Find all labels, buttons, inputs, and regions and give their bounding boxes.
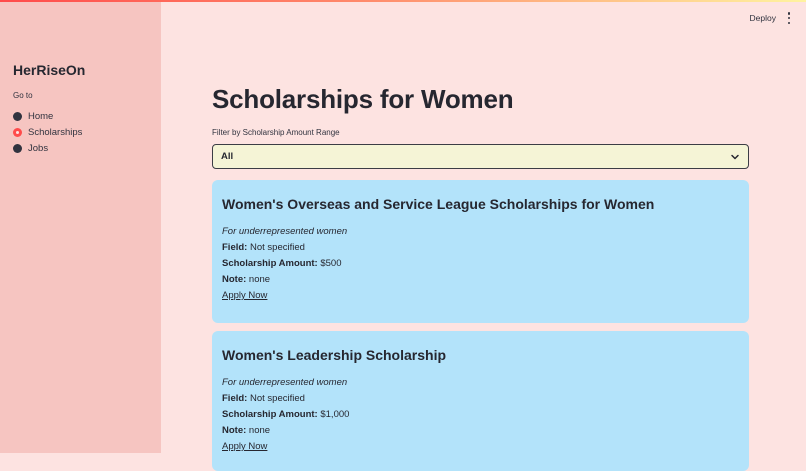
radio-unselected-icon [13, 111, 22, 121]
apply-now-link[interactable]: Apply Now [222, 441, 267, 452]
scholarship-subtitle: For underrepresented women [222, 377, 348, 388]
scholarship-field: Field: Not specified [222, 393, 305, 404]
scholarship-field: Field: Not specified [222, 242, 305, 253]
scholarship-title: Women's Overseas and Service League Scho… [222, 196, 655, 212]
scholarship-note: Note: none [222, 274, 271, 285]
app-title: HerRiseOn [13, 62, 86, 78]
page-title: Scholarships for Women [212, 84, 514, 114]
scholarship-amount: Scholarship Amount: $1,000 [222, 409, 350, 420]
scholarship-note: Note: none [222, 425, 271, 436]
radio-selected-icon [13, 127, 22, 137]
sidebar: HerRiseOn Go to Home Scholarships Jobs [0, 0, 161, 453]
top-decoration-bar [0, 0, 806, 2]
apply-now-link[interactable]: Apply Now [222, 290, 267, 301]
chevron-down-icon [731, 154, 739, 159]
nav-item-label: Scholarships [28, 126, 83, 138]
select-value: All [221, 151, 234, 162]
nav-item-label: Home [28, 110, 54, 122]
nav-item-home[interactable]: Home [13, 108, 82, 124]
nav-radio-group: Home Scholarships Jobs [13, 108, 82, 156]
nav-label: Go to [13, 91, 33, 100]
nav-item-scholarships[interactable]: Scholarships [13, 124, 82, 140]
scholarship-card: Women's Leadership Scholarship For under… [212, 331, 749, 471]
header-actions: Deploy [750, 12, 792, 24]
kebab-menu-icon[interactable] [786, 12, 792, 24]
nav-item-jobs[interactable]: Jobs [13, 140, 82, 156]
scholarship-amount: Scholarship Amount: $500 [222, 258, 342, 269]
scholarship-subtitle: For underrepresented women [222, 226, 348, 237]
deploy-button[interactable]: Deploy [750, 13, 776, 23]
filter-label: Filter by Scholarship Amount Range [212, 128, 340, 137]
radio-unselected-icon [13, 143, 22, 153]
nav-item-label: Jobs [28, 142, 49, 154]
scholarship-card: Women's Overseas and Service League Scho… [212, 180, 749, 323]
amount-range-select[interactable]: All [212, 144, 749, 169]
scholarship-title: Women's Leadership Scholarship [222, 347, 447, 363]
